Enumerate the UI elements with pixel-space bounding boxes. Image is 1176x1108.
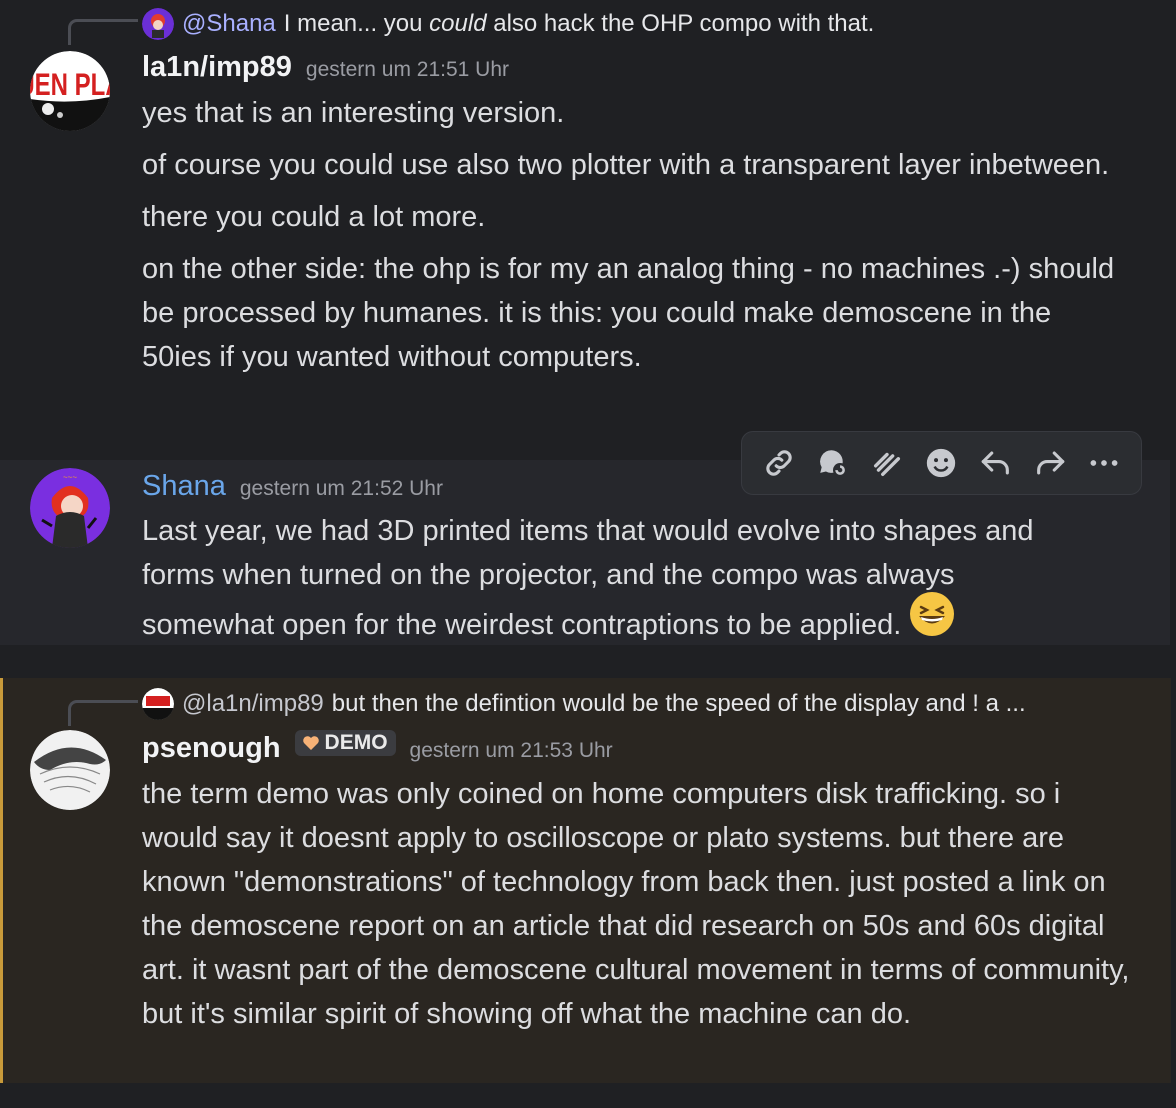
heart-icon xyxy=(302,736,319,750)
reply-text: I mean... you could also hack the OHP co… xyxy=(283,10,875,37)
reply-connector xyxy=(68,19,138,45)
svg-text:~~~: ~~~ xyxy=(63,473,77,482)
message-psenough: @la1n/imp89 but then the defintion would… xyxy=(0,678,1171,1083)
role-tag-label: DEMO xyxy=(324,731,388,754)
paragraph: yes that is an interesting version. xyxy=(142,97,565,129)
reply-mention[interactable]: @Shana xyxy=(182,10,276,38)
paragraph: of course you could use also two plotter… xyxy=(142,149,1110,181)
paragraph: on the other side: the ohp is for my an … xyxy=(142,253,1115,373)
reply-mention[interactable]: @la1n/imp89 xyxy=(182,690,324,718)
grinning-squinting-face-icon[interactable] xyxy=(909,591,955,650)
create-thread-icon[interactable] xyxy=(813,443,853,483)
avatar[interactable]: ~~~ xyxy=(30,468,110,548)
message-header: la1n/imp89 gestern um 21:51 Uhr xyxy=(142,51,509,84)
message-header: psenough DEMO gestern um 21:53 Uhr xyxy=(142,730,613,765)
message-body: yes that is an interesting version. of c… xyxy=(142,91,1116,379)
message-actions-toolbar xyxy=(741,431,1142,495)
username[interactable]: Shana xyxy=(142,470,226,503)
paragraph: the term demo was only coined on home co… xyxy=(142,778,1130,1030)
la1n-mini-avatar xyxy=(142,688,174,720)
forward-icon[interactable] xyxy=(1030,443,1070,483)
avatar[interactable] xyxy=(30,730,110,810)
more-icon[interactable] xyxy=(1084,443,1124,483)
message-la1n: @Shana I mean... you could also hack the… xyxy=(0,0,1176,445)
reply-icon[interactable] xyxy=(976,443,1016,483)
username[interactable]: la1n/imp89 xyxy=(142,51,292,84)
role-tag[interactable]: DEMO xyxy=(294,730,396,756)
timestamp[interactable]: gestern um 21:51 Uhr xyxy=(306,58,509,82)
add-reaction-icon[interactable] xyxy=(921,443,961,483)
avatar[interactable]: UEN PLA xyxy=(30,51,110,131)
reply-preview[interactable]: @la1n/imp89 but then the defintion would… xyxy=(142,688,1026,720)
copy-link-icon[interactable] xyxy=(759,443,799,483)
reply-preview[interactable]: @Shana I mean... you could also hack the… xyxy=(142,8,874,40)
message-body: Last year, we had 3D printed items that … xyxy=(142,509,1090,656)
reply-connector xyxy=(68,700,138,726)
shana-mini-avatar xyxy=(142,8,174,40)
message-body: the term demo was only coined on home co… xyxy=(142,772,1131,1036)
apps-icon[interactable] xyxy=(867,443,907,483)
timestamp[interactable]: gestern um 21:53 Uhr xyxy=(410,739,613,763)
avatar-logo-text: UEN PLA xyxy=(30,67,110,102)
paragraph: there you could a lot more. xyxy=(142,201,486,233)
paragraph: Last year, we had 3D printed items that … xyxy=(142,509,1090,656)
reply-text: but then the defintion would be the spee… xyxy=(331,690,1026,717)
timestamp[interactable]: gestern um 21:52 Uhr xyxy=(240,477,443,501)
message-header: Shana gestern um 21:52 Uhr xyxy=(142,470,443,503)
username[interactable]: psenough xyxy=(142,732,281,765)
